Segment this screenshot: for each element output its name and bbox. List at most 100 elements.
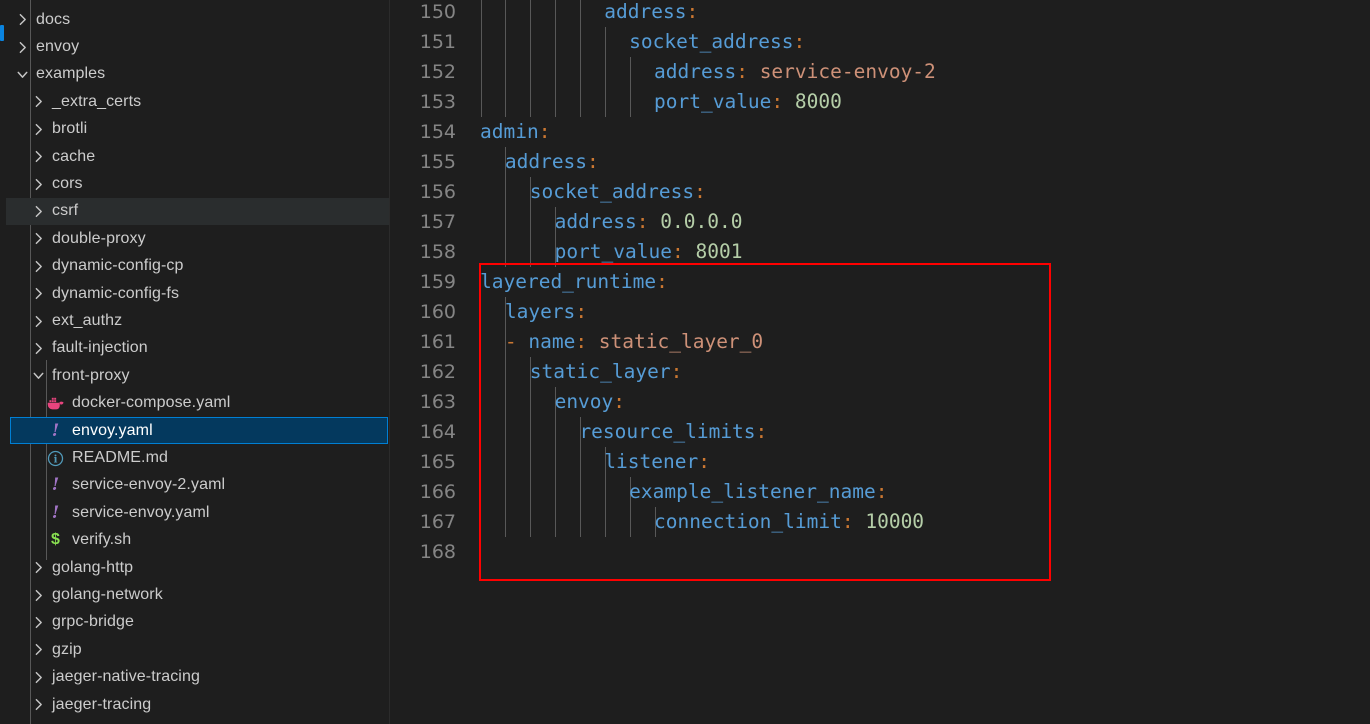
explorer-sidebar[interactable]: docs envoy examples _extra_certs brotli cache… (0, 0, 390, 724)
svg-text:i: i (54, 453, 58, 465)
code-text[interactable]: resource_limits: (579, 417, 767, 447)
chevron-right-icon[interactable] (14, 39, 31, 56)
code-text[interactable]: admin: (480, 117, 550, 147)
chevron-right-icon[interactable] (30, 614, 47, 631)
code-line[interactable]: 163 envoy: (390, 387, 1370, 417)
code-text[interactable]: static_layer: (530, 357, 683, 387)
code-content[interactable]: 150 address: 151 socket_address: 152 address:… (390, 0, 1370, 724)
code-line[interactable]: 154 admin: (390, 117, 1370, 147)
code-text[interactable]: address: (505, 147, 599, 177)
chevron-right-icon[interactable] (30, 93, 47, 110)
chevron-down-icon[interactable] (30, 367, 47, 384)
code-line[interactable]: 162 static_layer: (390, 357, 1370, 387)
chevron-right-icon[interactable] (30, 258, 47, 275)
code-token-colon: : (875, 480, 888, 503)
tree-folder-dynamic-config-fs[interactable]: dynamic-config-fs (0, 280, 389, 307)
chevron-right-icon[interactable] (14, 11, 31, 28)
tree-folder-examples[interactable]: examples (0, 61, 389, 88)
tree-folder-gzip[interactable]: gzip (0, 636, 389, 663)
tree-file-verify-sh[interactable]: $ verify.sh (0, 527, 389, 554)
code-line[interactable]: 153 port_value: 8000 (390, 87, 1370, 117)
code-line[interactable]: 156 socket_address: (390, 177, 1370, 207)
tree-folder-docs[interactable]: docs (0, 6, 389, 33)
tree-folder--extra-certs[interactable]: _extra_certs (0, 88, 389, 115)
tree-file-readme-md[interactable]: i README.md (0, 444, 389, 471)
code-line[interactable]: 165 listener: (390, 447, 1370, 477)
chevron-right-icon[interactable] (30, 340, 47, 357)
tree-folder-cors[interactable]: cors (0, 170, 389, 197)
code-line[interactable]: 152 address: service-envoy-2 (390, 57, 1370, 87)
tree-file-service-envoy-2-yaml[interactable]: ! service-envoy-2.yaml (0, 472, 389, 499)
code-line[interactable]: 157 address: 0.0.0.0 (390, 207, 1370, 237)
tree-file-service-envoy-yaml[interactable]: ! service-envoy.yaml (0, 499, 389, 526)
tree-folder-grpc-bridge[interactable]: grpc-bridge (0, 609, 389, 636)
tree-folder-dynamic-config-cp[interactable]: dynamic-config-cp (0, 253, 389, 280)
code-line[interactable]: 167 connection_limit: 10000 (390, 507, 1370, 537)
tree-file-envoy-yaml[interactable]: ! envoy.yaml (10, 417, 388, 445)
tree-folder-golang-http[interactable]: golang-http (0, 554, 389, 581)
editor-pane[interactable]: 150 address: 151 socket_address: 152 address:… (390, 0, 1370, 724)
tree-folder-envoy[interactable]: envoy (0, 33, 389, 60)
tree-folder-golang-network[interactable]: golang-network (0, 581, 389, 608)
tree-folder-brotli[interactable]: brotli (0, 116, 389, 143)
code-line[interactable]: 166 example_listener_name: (390, 477, 1370, 507)
tree-folder-front-proxy[interactable]: front-proxy (0, 362, 389, 389)
code-text[interactable]: connection_limit: 10000 (654, 507, 924, 537)
chevron-right-icon[interactable] (30, 121, 47, 138)
code-text[interactable]: port_value: 8000 (654, 87, 842, 117)
code-line[interactable]: 160 layers: (390, 297, 1370, 327)
chevron-down-icon[interactable] (14, 66, 31, 83)
code-text[interactable]: envoy: (555, 387, 625, 417)
code-line[interactable]: 158 port_value: 8001 (390, 237, 1370, 267)
tree-folder-jaeger-native-tracing[interactable]: jaeger-native-tracing (0, 664, 389, 691)
code-text[interactable]: socket_address: (629, 27, 805, 57)
code-text[interactable]: address: (604, 0, 698, 27)
code-text[interactable]: address: service-envoy-2 (654, 57, 936, 87)
chevron-right-icon[interactable] (30, 587, 47, 604)
chevron-right-icon[interactable] (30, 313, 47, 330)
tree-file-docker-compose-yaml[interactable]: docker-compose.yaml (0, 390, 389, 417)
chevron-right-icon[interactable] (30, 669, 47, 686)
code-text[interactable]: listener: (604, 447, 710, 477)
chevron-right-icon[interactable] (30, 176, 47, 193)
code-token-punct: - (504, 330, 529, 353)
tree-folder-fault-injection[interactable]: fault-injection (0, 335, 389, 362)
code-text[interactable]: socket_address: (530, 177, 706, 207)
code-line[interactable]: 168 (390, 537, 1370, 567)
code-line[interactable]: 151 socket_address: (390, 27, 1370, 57)
chevron-right-icon[interactable] (30, 148, 47, 165)
code-text[interactable]: address: 0.0.0.0 (555, 207, 743, 237)
tree-item-label: ext_authz (52, 312, 123, 330)
tree-folder-cache[interactable]: cache (0, 143, 389, 170)
file-tree[interactable]: docs envoy examples _extra_certs brotli cache… (0, 0, 389, 724)
tree-item-label: double-proxy (52, 229, 146, 247)
tree-item-label: jaeger-native-tracing (52, 668, 200, 686)
chevron-right-icon[interactable] (30, 641, 47, 658)
tree-folder-jaeger-tracing[interactable]: jaeger-tracing (0, 691, 389, 718)
code-line[interactable]: 164 resource_limits: (390, 417, 1370, 447)
chevron-right-icon[interactable] (30, 559, 47, 576)
scroll-position-marker[interactable] (0, 25, 4, 41)
code-line[interactable]: 161 - name: static_layer_0 (390, 327, 1370, 357)
code-text[interactable]: layered_runtime: (480, 267, 668, 297)
line-number: 162 (419, 361, 456, 383)
tree-item-label: envoy (36, 38, 80, 56)
chevron-right-icon[interactable] (30, 285, 47, 302)
line-number: 156 (419, 181, 456, 203)
code-text[interactable]: port_value: 8001 (555, 237, 743, 267)
chevron-right-icon[interactable] (30, 230, 47, 247)
chevron-right-icon[interactable] (30, 696, 47, 713)
code-text[interactable]: example_listener_name: (629, 477, 887, 507)
chevron-right-icon[interactable] (30, 203, 47, 220)
activity-bar-edge (0, 0, 6, 724)
tree-folder-csrf[interactable]: csrf (0, 197, 389, 226)
code-token-key: resource_limits (579, 420, 756, 443)
tree-folder-double-proxy[interactable]: double-proxy (0, 225, 389, 252)
code-line[interactable]: 155 address: (390, 147, 1370, 177)
code-text[interactable]: - name: static_layer_0 (505, 327, 763, 357)
code-line[interactable]: 150 address: (390, 0, 1370, 27)
tree-folder-ext-authz[interactable]: ext_authz (0, 307, 389, 334)
line-number: 157 (419, 211, 456, 233)
code-text[interactable]: layers: (505, 297, 587, 327)
code-line[interactable]: 159 layered_runtime: (390, 267, 1370, 297)
